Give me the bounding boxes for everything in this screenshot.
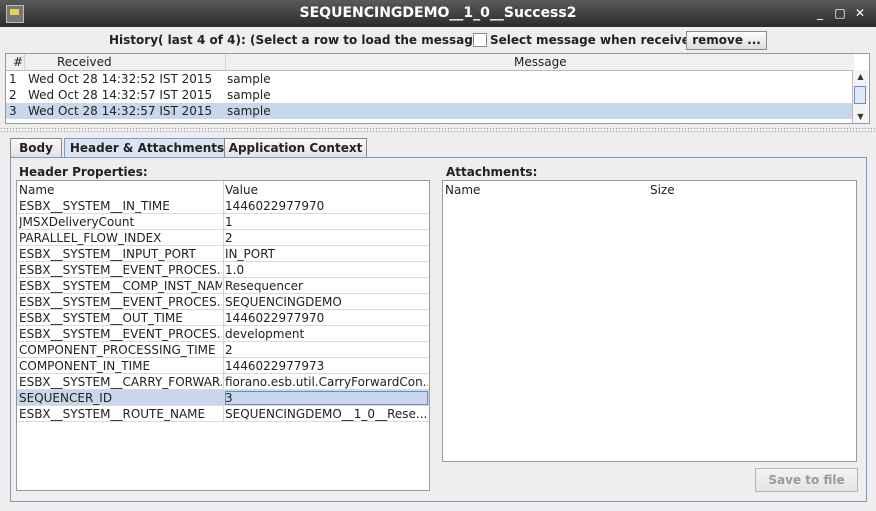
- title-bar: SEQUENCINGDEMO__1_0__Success2 _ □ ✕: [0, 0, 876, 27]
- column-header-name[interactable]: Name: [19, 183, 222, 197]
- property-name: JMSXDeliveryCount: [19, 215, 135, 229]
- property-name: PARALLEL_FLOW_INDEX: [19, 231, 162, 245]
- row-number: 3: [9, 104, 17, 118]
- property-name: ESBX__SYSTEM__EVENT_PROCES...: [19, 295, 222, 309]
- property-value: 3: [225, 391, 428, 405]
- remove-button[interactable]: remove ...: [686, 31, 767, 50]
- tab-header-attachments[interactable]: Header & Attachments: [64, 138, 230, 157]
- row-number: 2: [9, 88, 17, 102]
- property-name: COMPONENT_PROCESSING_TIME: [19, 343, 216, 357]
- row-number: 1: [9, 72, 17, 86]
- property-name: ESBX__SYSTEM__OUT_TIME: [19, 311, 183, 325]
- column-header-size[interactable]: Size: [650, 183, 675, 197]
- tab-body[interactable]: Body: [10, 138, 62, 157]
- property-value: 1.0: [225, 263, 245, 277]
- property-value: 2: [225, 231, 233, 245]
- history-scrollbar[interactable]: ▲ ▼: [852, 70, 868, 123]
- history-table[interactable]: # Received Message 1 Wed Oct 28 14:32:52…: [5, 53, 870, 124]
- minimize-button[interactable]: _: [812, 5, 828, 21]
- row-received: Wed Oct 28 14:32:57 IST 2015: [28, 104, 213, 118]
- property-value: 2: [225, 343, 233, 357]
- header-properties-table[interactable]: Name Value ESBX__SYSTEM__IN_TIME 14460229…: [16, 180, 430, 491]
- property-name: ESBX__SYSTEM__COMP_INST_NAME: [19, 279, 222, 293]
- tab-application-context[interactable]: Application Context: [224, 138, 367, 157]
- column-header-received[interactable]: Received: [57, 55, 112, 69]
- attachments-label: Attachments:: [446, 165, 538, 179]
- property-name: ESBX__SYSTEM__EVENT_PROCES...: [19, 327, 222, 341]
- row-message: sample: [227, 104, 271, 118]
- table-row[interactable]: 2 Wed Oct 28 14:32:57 IST 2015 sample: [6, 87, 854, 103]
- history-table-header: # Received Message: [6, 54, 854, 71]
- property-name: ESBX__SYSTEM__INPUT_PORT: [19, 247, 196, 261]
- select-when-received-label[interactable]: Select message when received: [490, 33, 698, 47]
- property-value: 1446022977970: [225, 311, 325, 325]
- column-header-number[interactable]: #: [13, 55, 23, 69]
- row-received: Wed Oct 28 14:32:52 IST 2015: [28, 72, 213, 86]
- row-message: sample: [227, 72, 271, 86]
- scroll-up-icon[interactable]: ▲: [853, 70, 868, 83]
- window-title: SEQUENCINGDEMO__1_0__Success2: [299, 5, 577, 21]
- property-value: SEQUENCINGDEMO: [225, 295, 342, 309]
- history-label: History( last 4 of 4):: [109, 33, 246, 47]
- maximize-button[interactable]: □: [832, 5, 848, 21]
- column-header-message[interactable]: Message: [514, 55, 567, 69]
- property-name: ESBX__SYSTEM__EVENT_PROCES...: [19, 263, 222, 277]
- table-row[interactable]: 1 Wed Oct 28 14:32:52 IST 2015 sample: [6, 71, 854, 87]
- property-value: fiorano.esb.util.CarryForwardCon...: [225, 375, 428, 389]
- scroll-thumb[interactable]: [854, 86, 866, 104]
- property-value: SEQUENCINGDEMO__1_0__Rese...: [225, 407, 428, 421]
- property-name: ESBX__SYSTEM__ROUTE_NAME: [19, 407, 206, 421]
- row-received: Wed Oct 28 14:32:57 IST 2015: [28, 88, 213, 102]
- split-pane-divider[interactable]: [0, 127, 876, 133]
- row-message: sample: [227, 88, 271, 102]
- select-when-received-checkbox[interactable]: [473, 33, 487, 47]
- property-value: development: [225, 327, 305, 341]
- property-name: ESBX__SYSTEM__CARRY_FORWAR...: [19, 375, 222, 389]
- attachments-table[interactable]: Name Size: [442, 180, 857, 462]
- property-name: ESBX__SYSTEM__IN_TIME: [19, 199, 170, 213]
- table-row-selected[interactable]: 3 Wed Oct 28 14:32:57 IST 2015 sample: [6, 103, 854, 119]
- property-name: COMPONENT_IN_TIME: [19, 359, 151, 373]
- property-value: 1446022977970: [225, 199, 325, 213]
- column-header-name[interactable]: Name: [445, 183, 480, 197]
- property-value: Resequencer: [225, 279, 303, 293]
- save-to-file-button[interactable]: Save to file: [755, 468, 858, 492]
- header-properties-label: Header Properties:: [19, 165, 148, 179]
- close-button[interactable]: ✕: [852, 5, 868, 21]
- scroll-down-icon[interactable]: ▼: [853, 110, 868, 123]
- property-value: 1: [225, 215, 233, 229]
- property-value: IN_PORT: [225, 247, 275, 261]
- property-name: SEQUENCER_ID: [19, 391, 113, 405]
- property-value: 1446022977973: [225, 359, 325, 373]
- history-instruction: (Select a row to load the message): [250, 33, 487, 47]
- column-header-value[interactable]: Value: [225, 183, 428, 197]
